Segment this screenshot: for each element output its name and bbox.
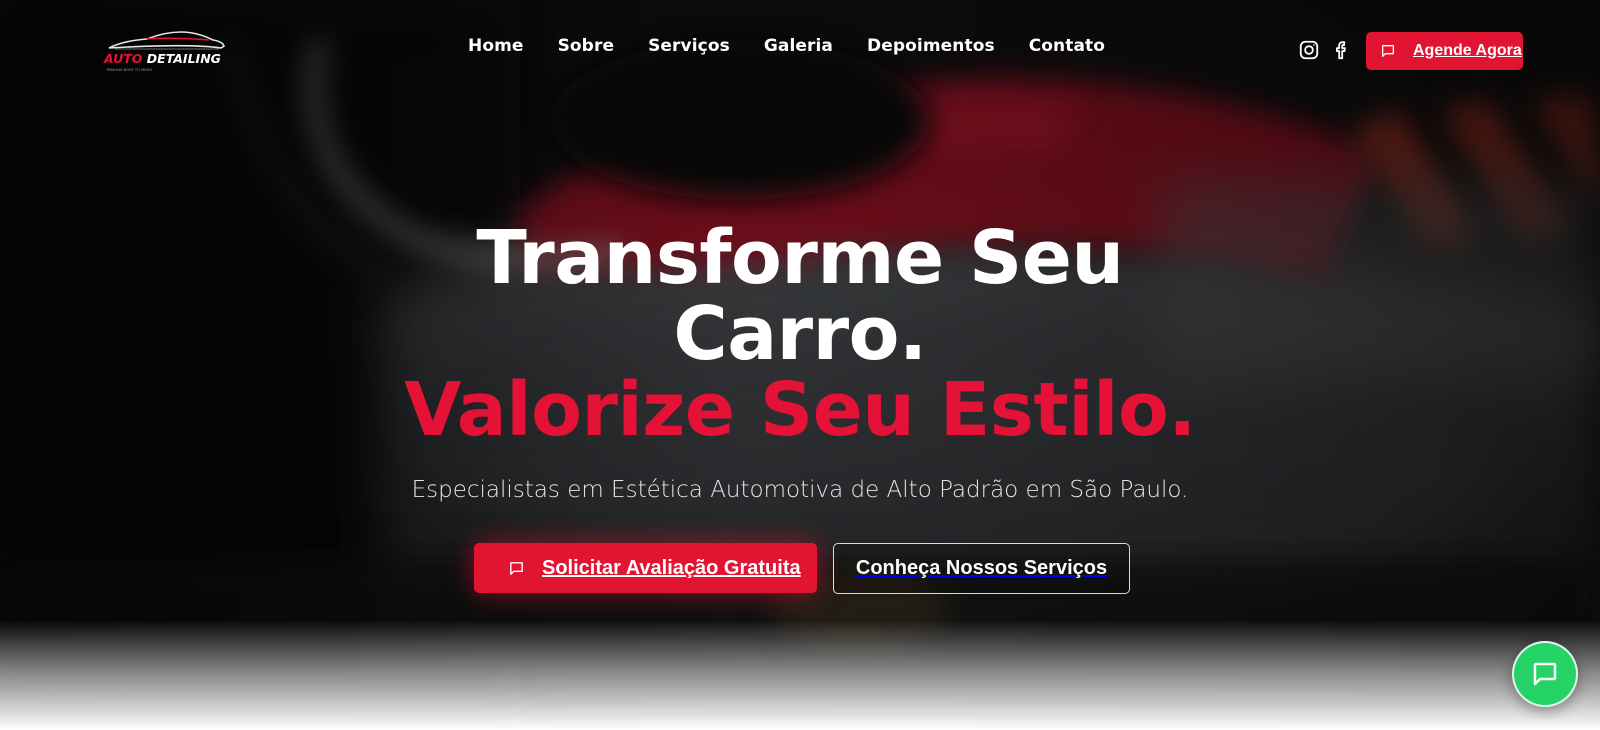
- solicitar-avaliacao-label: Solicitar Avaliação Gratuita: [542, 556, 801, 579]
- logo[interactable]: AUTO DETAILING TRAILING BODY TO MEMO: [101, 28, 227, 74]
- nav-item-depoimentos[interactable]: Depoimentos: [867, 36, 995, 56]
- hero-subtitle: Especialistas em Estética Automotiva de …: [411, 477, 1189, 503]
- hero-bottom-fade: [0, 620, 1600, 730]
- logo-tagline: TRAILING BODY TO MEMO: [105, 68, 153, 72]
- nav-item-galeria[interactable]: Galeria: [764, 36, 833, 56]
- headline-line-2: Carro.: [673, 291, 927, 377]
- hero-headline: Transforme Seu Carro. Valorize Seu Estil…: [0, 220, 1600, 448]
- nav-item-home[interactable]: Home: [468, 36, 524, 56]
- floating-whatsapp-button[interactable]: [1512, 641, 1578, 707]
- headline-line-1: Transforme Seu: [476, 215, 1124, 301]
- headline-line-3: Valorize Seu Estilo.: [404, 367, 1196, 453]
- conheca-servicos-button[interactable]: Conheça Nossos Serviços: [833, 543, 1130, 594]
- conheca-servicos-label: Conheça Nossos Serviços: [855, 557, 1108, 579]
- chat-bubble-icon: [510, 561, 523, 575]
- nav-item-sobre[interactable]: Sobre: [558, 36, 615, 56]
- main-nav: Home Sobre Serviços Galeria Depoimentos …: [468, 36, 1105, 56]
- nav-item-contato[interactable]: Contato: [1029, 36, 1105, 56]
- logo-text: AUTO DETAILING: [103, 51, 221, 66]
- solicitar-avaliacao-button[interactable]: Solicitar Avaliação Gratuita: [474, 543, 817, 593]
- agende-agora-button[interactable]: Agende Agora: [1366, 32, 1523, 70]
- nav-item-servicos[interactable]: Serviços: [648, 36, 730, 56]
- facebook-icon[interactable]: [1330, 39, 1352, 61]
- site-header: AUTO DETAILING TRAILING BODY TO MEMO Hom…: [0, 0, 1600, 100]
- chat-bubble-icon: [1533, 662, 1557, 686]
- instagram-icon[interactable]: [1298, 39, 1320, 61]
- agende-agora-label: Agende Agora: [1413, 42, 1522, 59]
- chat-bubble-icon: [1382, 45, 1394, 57]
